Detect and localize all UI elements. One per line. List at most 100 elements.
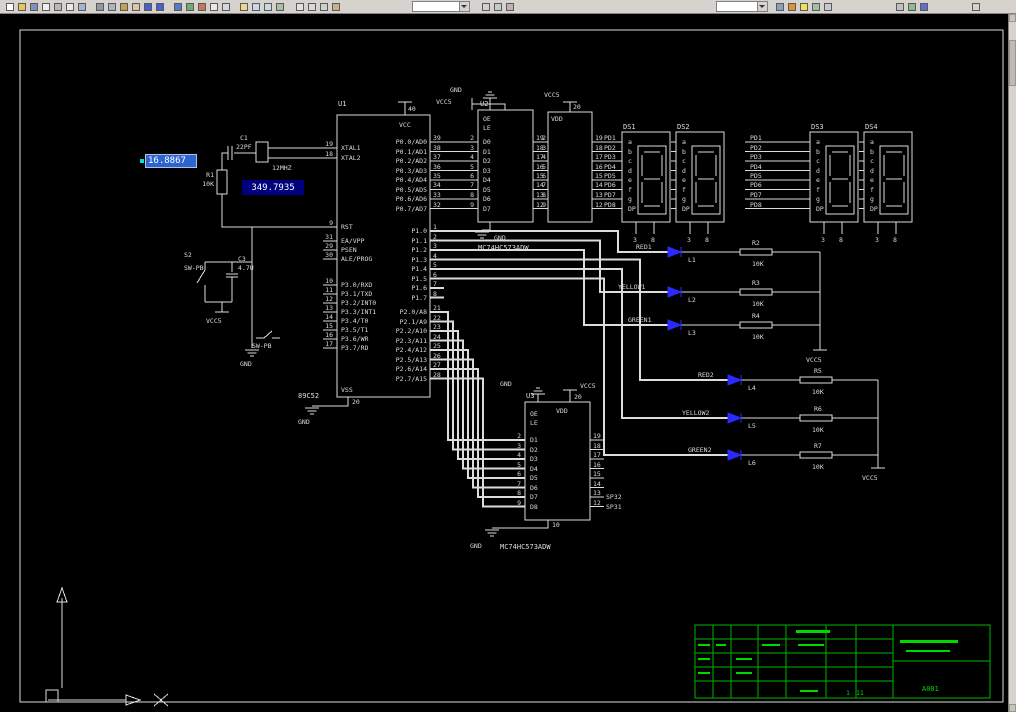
latch-u3[interactable] xyxy=(485,387,604,537)
dim-text-editor[interactable]: 16.8867 xyxy=(140,154,197,168)
schematic-drawing[interactable]: U1VCC40P0.0/AD0 39P0.1/AD1 38P0.2/AD2 37P0.… xyxy=(0,14,1008,712)
zoom-out-icon[interactable] xyxy=(262,1,274,12)
line-icon[interactable] xyxy=(294,1,306,12)
undo-icon[interactable] xyxy=(142,1,154,12)
schematic-label: P1.3 xyxy=(411,256,427,264)
properties-icon[interactable] xyxy=(906,1,918,12)
dim-value-box[interactable]: 349.7935 xyxy=(242,180,304,195)
schematic-label: P0.3/AD3 xyxy=(396,167,427,175)
switch-sw-pb2[interactable] xyxy=(256,330,280,339)
schematic-label: 13 xyxy=(325,304,333,312)
schematic-label: 8 xyxy=(839,236,843,244)
schematic-label: VCC5 xyxy=(544,91,560,99)
resistor-r4[interactable] xyxy=(739,321,773,329)
p2-bus[interactable] xyxy=(430,311,525,508)
resistor-r3[interactable] xyxy=(739,288,773,296)
led-l5[interactable] xyxy=(727,412,743,424)
resistor-r2[interactable] xyxy=(739,248,773,256)
drawing-canvas[interactable]: U1 VCC 40 P0.0/AD0 39 P0.1/AD1 38 P0.2/AD2 37 P0.… xyxy=(0,14,1008,712)
light-icon[interactable] xyxy=(798,1,810,12)
led-l1[interactable] xyxy=(667,246,683,258)
schematic-label: D5 xyxy=(483,186,491,194)
ucs-icon[interactable] xyxy=(45,586,169,707)
export-icon[interactable] xyxy=(40,1,52,12)
resistor-r5[interactable] xyxy=(799,376,833,384)
schematic-label: GND xyxy=(240,360,252,368)
title-block[interactable] xyxy=(694,624,991,699)
schematic-label: 11 xyxy=(325,286,333,294)
copy-icon[interactable] xyxy=(106,1,118,12)
led-l6[interactable] xyxy=(727,449,743,461)
pan-icon[interactable] xyxy=(238,1,250,12)
chevron-down-icon[interactable] xyxy=(459,2,469,11)
toolbar-options-icon[interactable] xyxy=(970,1,982,12)
new-file-icon[interactable] xyxy=(4,1,16,12)
schematic-label: 10 xyxy=(325,277,333,285)
material-icon[interactable] xyxy=(810,1,822,12)
schematic-label: SP32 xyxy=(606,493,622,501)
redo-icon[interactable] xyxy=(154,1,166,12)
schematic-label: 4 xyxy=(517,451,521,459)
vertical-scrollbar[interactable] xyxy=(1008,14,1016,712)
print-preview-icon[interactable] xyxy=(64,1,76,12)
hyperlink-icon[interactable] xyxy=(172,1,184,12)
schematic-label: 33 xyxy=(433,191,441,199)
schematic-label: 12 xyxy=(595,201,603,209)
polyline-icon[interactable] xyxy=(306,1,318,12)
schematic-label: 8 xyxy=(542,191,546,199)
schematic-label: 15 xyxy=(593,470,601,478)
table-icon[interactable] xyxy=(184,1,196,12)
circle-icon[interactable] xyxy=(318,1,330,12)
erase-icon[interactable] xyxy=(504,1,516,12)
orbit-icon[interactable] xyxy=(822,1,834,12)
schematic-label: SP31 xyxy=(606,503,622,511)
reset-circuit[interactable] xyxy=(196,226,337,357)
p1-bus[interactable] xyxy=(430,230,728,456)
schematic-label: LE xyxy=(530,419,538,427)
move-icon[interactable] xyxy=(480,1,492,12)
toolbar-group-insert xyxy=(172,1,232,12)
format-painter-icon[interactable] xyxy=(130,1,142,12)
scroll-down-button[interactable] xyxy=(1009,704,1016,712)
schematic-label: OE xyxy=(483,115,491,123)
resistor-r7[interactable] xyxy=(799,451,833,459)
schematic-label: 13 xyxy=(593,489,601,497)
resistor-r6[interactable] xyxy=(799,414,833,422)
regen-icon[interactable] xyxy=(274,1,286,12)
print-icon[interactable] xyxy=(52,1,64,12)
led-l2[interactable] xyxy=(667,286,683,298)
schematic-label: D4 xyxy=(530,465,538,473)
schematic-label: L2 xyxy=(688,296,696,304)
zoom-window-icon[interactable] xyxy=(220,1,232,12)
schematic-label: 34 xyxy=(433,181,441,189)
zoom-combo[interactable] xyxy=(412,1,470,12)
led-l4[interactable] xyxy=(727,374,743,386)
chart-icon[interactable] xyxy=(196,1,208,12)
schematic-label: L1 xyxy=(688,256,696,264)
hatch-icon[interactable] xyxy=(330,1,342,12)
distance-icon[interactable] xyxy=(894,1,906,12)
cut-icon[interactable] xyxy=(94,1,106,12)
search-icon[interactable] xyxy=(76,1,88,12)
schematic-label: 3 xyxy=(875,236,879,244)
paste-icon[interactable] xyxy=(118,1,130,12)
render-icon[interactable] xyxy=(786,1,798,12)
zoom-in-icon[interactable] xyxy=(250,1,262,12)
chevron-down-icon[interactable] xyxy=(757,2,767,11)
shade-icon[interactable] xyxy=(774,1,786,12)
open-folder-icon[interactable] xyxy=(16,1,28,12)
schematic-label: PD2 xyxy=(750,144,762,152)
schematic-label: P0.2/AD2 xyxy=(396,157,427,165)
cad-application-window: U1 VCC 40 P0.0/AD0 39 P0.1/AD1 38 P0.2/AD2 37 P0.… xyxy=(0,0,1016,712)
scroll-thumb[interactable] xyxy=(1009,40,1016,86)
schematic-label: 35 xyxy=(433,172,441,180)
help-icon[interactable] xyxy=(918,1,930,12)
rotate-icon[interactable] xyxy=(492,1,504,12)
led-l3[interactable] xyxy=(667,319,683,331)
schematic-label: 26 xyxy=(433,352,441,360)
save-icon[interactable] xyxy=(28,1,40,12)
layer-combo[interactable] xyxy=(716,1,768,12)
text-style-icon[interactable] xyxy=(208,1,220,12)
scroll-up-button[interactable] xyxy=(1009,14,1016,22)
resistor-r1[interactable] xyxy=(216,169,228,195)
